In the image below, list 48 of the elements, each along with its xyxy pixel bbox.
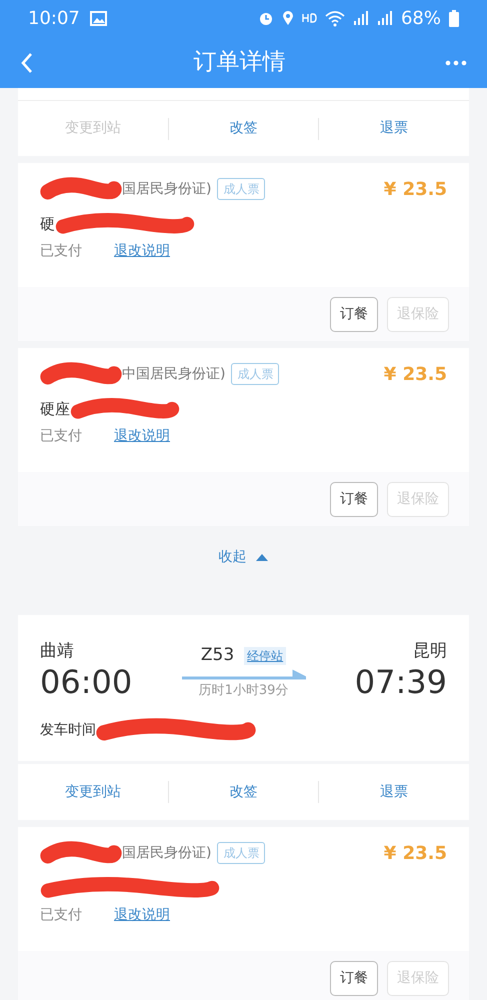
signal-icon [376,10,393,26]
page-title: 订单详情 [194,48,286,77]
seat-info: 硬 [40,214,55,235]
trip-duration: 历时1小时39分 [198,682,288,700]
ticket-price: ¥ 23.5 [384,842,447,866]
id-type: 国居民身份证) [122,844,212,862]
action-link[interactable]: 改签 [168,774,318,810]
ticket-button[interactable]: 订餐 [330,960,378,996]
ticket-type-tag: 成人票 [231,363,280,385]
seat-info: 硬座 [40,398,70,420]
battery-percent: 68% [400,6,441,30]
train-number: Z53 [200,644,234,667]
action-link[interactable]: 改签 [168,110,318,147]
alarm-icon [258,10,274,26]
id-type: 中国居民身份证) [122,364,226,384]
battery-icon [449,10,459,26]
id-type: 国居民身份证) [122,180,212,198]
ticket-price: ¥ 23.5 [384,178,447,202]
ticket-type-tag: 成人票 [217,842,266,864]
signal-icon [352,10,369,26]
payment-status: 已支付 [40,427,82,446]
action-link[interactable]: 退票 [319,110,470,147]
stops-link[interactable]: 经停站 [244,646,286,665]
more-icon [445,60,467,66]
collapse-button[interactable]: 收起 [212,546,274,569]
refund-rules-link[interactable]: 退改说明 [114,905,170,926]
arrival-time: 07:39 [354,664,447,700]
caret-icon [254,552,268,562]
wifi-icon [324,10,345,26]
ticket-button[interactable]: 订餐 [330,482,378,516]
refund-rules-link[interactable]: 退改说明 [114,241,170,262]
back-icon [20,52,34,74]
hd-icon [302,11,317,25]
payment-status: 已支付 [40,906,82,925]
payment-status: 已支付 [40,242,82,261]
action-link[interactable]: 变更到站 [18,774,168,810]
image-icon [90,10,107,26]
departure-station: 曲靖 [40,640,75,663]
ticket-type-tag: 成人票 [217,178,266,200]
refund-rules-link[interactable]: 退改说明 [114,426,170,447]
departure-label: 发车时间 [40,720,96,740]
location-icon [282,10,294,26]
action-link[interactable]: 退票 [319,774,470,810]
arrival-station: 昆明 [412,640,447,663]
ticket-button[interactable]: 订餐 [330,296,378,332]
ticket-price: ¥ 23.5 [384,362,447,386]
status-time: 10:07 [28,6,80,30]
departure-time: 06:00 [40,664,132,700]
